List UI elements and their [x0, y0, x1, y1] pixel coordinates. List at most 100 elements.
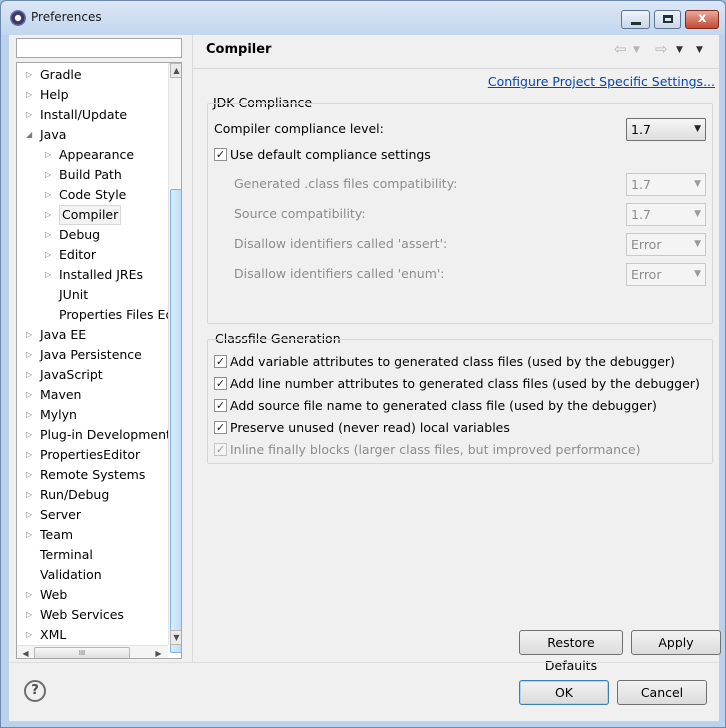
expand-icon[interactable]: ▷ — [45, 225, 55, 245]
expand-icon[interactable]: ▷ — [45, 205, 55, 225]
tree-item-label: Installed JREs — [59, 267, 144, 282]
maximize-icon — [663, 15, 673, 23]
compliance-row-select[interactable]: Error ▼ — [626, 233, 706, 256]
compliance-row-select[interactable]: 1.7 ▼ — [626, 203, 706, 226]
scroll-left-icon[interactable]: ◀ — [18, 647, 33, 658]
expand-icon[interactable]: ▷ — [26, 345, 36, 365]
scroll-right-icon[interactable]: ▶ — [151, 647, 166, 658]
tree-item-label: Server — [40, 507, 81, 522]
no-expander — [26, 545, 36, 565]
classfile-option-checkbox[interactable]: ✓ Add variable attributes to generated cl… — [214, 353, 709, 371]
tree-item-label: Code Style — [59, 187, 127, 202]
classfile-option-checkbox: ✓ Inline finally blocks (larger class fil… — [214, 441, 709, 459]
eclipse-icon — [10, 10, 26, 26]
tree-vertical-scrollbar[interactable]: ▲ ▼ — [168, 63, 181, 653]
expand-icon[interactable]: ▷ — [26, 65, 36, 85]
tree-item-label: Properties Files Ed — [59, 307, 174, 322]
classfile-option-checkbox[interactable]: ✓ Add source file name to generated class… — [214, 397, 709, 415]
compliance-row-select[interactable]: 1.7 ▼ — [626, 173, 706, 196]
tree-item-label: PropertiesEditor — [40, 447, 141, 462]
check-icon: ✓ — [214, 377, 227, 390]
filter-input[interactable] — [16, 38, 182, 58]
minimize-button[interactable] — [621, 10, 650, 29]
use-default-compliance-checkbox[interactable]: ✓ Use default compliance settings — [214, 146, 514, 164]
restore-defaults-button[interactable]: Restore Defaults — [519, 630, 623, 673]
tree-item-label: Build Path — [59, 167, 122, 182]
apply-button[interactable]: Apply — [631, 630, 721, 655]
tree-item-label: Gradle — [40, 67, 82, 82]
tree-item-label: Appearance — [59, 147, 135, 162]
collapse-icon[interactable]: ◢ — [26, 125, 36, 145]
tree-item-label: Web Services — [40, 607, 124, 622]
classfile-option-label: Add variable attributes to generated cla… — [230, 354, 675, 369]
minimize-icon — [631, 22, 641, 25]
expand-icon[interactable]: ▷ — [26, 425, 36, 445]
expand-icon[interactable]: ▷ — [26, 405, 36, 425]
scroll-up-icon[interactable]: ▲ — [170, 63, 181, 78]
expand-icon[interactable]: ▷ — [45, 185, 55, 205]
expand-icon[interactable]: ▷ — [26, 605, 36, 625]
forward-arrow-icon[interactable]: ⇨ — [655, 40, 668, 58]
back-menu-icon[interactable]: ▼ — [633, 45, 640, 55]
dialog-client: ▷ Gradle ▷ Help ▷ Install/Update ◢ Java ▷ Appeara… — [9, 35, 721, 721]
expand-icon[interactable]: ▷ — [26, 585, 36, 605]
tree-horizontal-scrollbar[interactable]: ◀ III ▶ — [17, 645, 168, 658]
tree-item-label: Validation — [40, 567, 102, 582]
expand-icon[interactable]: ▷ — [26, 465, 36, 485]
configure-project-settings-link[interactable]: Configure Project Specific Settings... — [488, 74, 715, 89]
no-expander — [45, 285, 55, 305]
footer-separator — [9, 662, 719, 663]
help-icon[interactable]: ? — [24, 680, 46, 702]
expand-icon[interactable]: ▷ — [45, 165, 55, 185]
expand-icon[interactable]: ▷ — [45, 145, 55, 165]
compiler-page: Configure Project Specific Settings... J… — [193, 70, 721, 673]
tree-item-label: JUnit — [59, 287, 89, 302]
tree-item-label: Java — [40, 127, 67, 142]
hscroll-thumb[interactable]: III — [34, 647, 130, 658]
compliance-row-label: Disallow identifiers called 'assert': — [234, 236, 448, 251]
chevron-down-icon: ▼ — [694, 124, 701, 134]
tree-item-label: Team — [40, 527, 74, 542]
scroll-thumb[interactable] — [170, 189, 181, 653]
expand-icon[interactable]: ▷ — [26, 325, 36, 345]
close-button[interactable]: x — [685, 10, 719, 29]
tree-item-label: Java EE — [40, 327, 87, 342]
tree-item-label: Compiler — [59, 205, 122, 225]
expand-icon[interactable]: ▷ — [26, 525, 36, 545]
page-title: Compiler — [206, 42, 272, 57]
compliance-level-select[interactable]: 1.7 ▼ — [626, 118, 706, 141]
compliance-row-select[interactable]: Error ▼ — [626, 263, 706, 286]
expand-icon[interactable]: ▷ — [45, 245, 55, 265]
tree-item-label: XML — [40, 627, 67, 642]
scroll-down-icon[interactable]: ▼ — [170, 630, 181, 645]
tree-item-label: Debug — [59, 227, 101, 242]
title-bar[interactable]: Preferences x — [1, 1, 725, 35]
back-arrow-icon[interactable]: ⇦ — [614, 40, 627, 58]
no-expander — [45, 305, 55, 325]
expand-icon[interactable]: ▷ — [26, 85, 36, 105]
expand-icon[interactable]: ▷ — [26, 105, 36, 125]
classfile-option-label: Inline finally blocks (larger class file… — [230, 442, 641, 457]
expand-icon[interactable]: ▷ — [26, 505, 36, 525]
tree-item-label: Plug-in Development — [40, 427, 171, 442]
expand-icon[interactable]: ▷ — [26, 445, 36, 465]
expand-icon[interactable]: ▷ — [26, 485, 36, 505]
classfile-option-checkbox[interactable]: ✓ Add line number attributes to generated… — [214, 375, 709, 393]
view-menu-icon[interactable]: ▼ — [696, 45, 703, 55]
preferences-tree: ▷ Gradle ▷ Help ▷ Install/Update ◢ Java ▷ Appeara… — [16, 62, 182, 659]
expand-icon[interactable]: ▷ — [26, 625, 36, 645]
expand-icon[interactable]: ▷ — [26, 365, 36, 385]
maximize-button[interactable] — [654, 10, 681, 29]
tree-item-label: JavaScript — [40, 367, 103, 382]
compliance-row-label: Source compatibility: — [234, 206, 366, 221]
ok-button[interactable]: OK — [519, 680, 609, 705]
forward-menu-icon[interactable]: ▼ — [676, 45, 683, 55]
check-icon: ✓ — [214, 399, 227, 412]
cancel-button[interactable]: Cancel — [617, 680, 707, 705]
compliance-row-label: Generated .class files compatibility: — [234, 176, 458, 191]
expand-icon[interactable]: ▷ — [26, 385, 36, 405]
tree-item-label: Remote Systems — [40, 467, 146, 482]
chevron-down-icon: ▼ — [694, 269, 701, 279]
classfile-option-checkbox[interactable]: ✓ Preserve unused (never read) local vari… — [214, 419, 709, 437]
expand-icon[interactable]: ▷ — [45, 265, 55, 285]
